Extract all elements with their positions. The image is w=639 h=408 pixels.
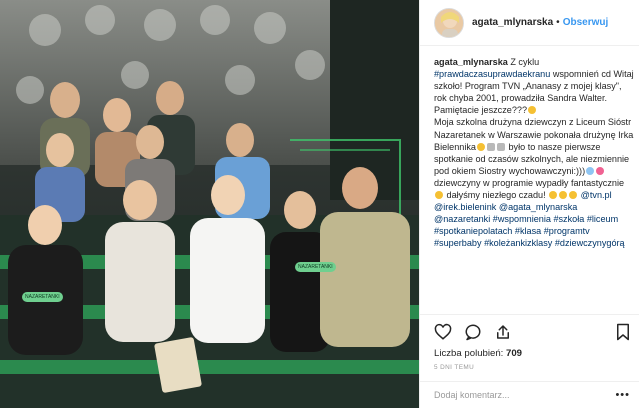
share-icon <box>497 324 509 339</box>
mention-link[interactable]: @nazaretanki <box>434 214 490 224</box>
post-actions <box>420 314 639 348</box>
heart-icon <box>434 323 452 340</box>
hashtag-link[interactable]: #prawdaczasuprawdaekranu <box>434 69 550 79</box>
bookmark-icon <box>617 323 629 340</box>
badge-right: NAZARETANKI <box>295 262 336 272</box>
comment-icon <box>465 324 481 340</box>
post-photo[interactable]: NAZARETANKI NAZARETANKI <box>0 0 419 408</box>
badge-left: NAZARETANKI <box>22 292 63 302</box>
likes-label: Liczba polubień: <box>434 348 504 359</box>
comment-button[interactable] <box>462 321 484 343</box>
likes-count[interactable]: Liczba polubień: 709 <box>434 348 522 359</box>
hashtag-link[interactable]: #wspomnienia <box>493 214 551 224</box>
mention-link[interactable]: @irek.bielenink <box>434 202 496 212</box>
hashtag-link[interactable]: #liceum <box>587 214 618 224</box>
muscle-emoji-icon <box>496 142 505 151</box>
separator-dot: • <box>556 17 560 28</box>
mention-link[interactable]: @tvn.pl <box>581 190 612 200</box>
hashtag-link[interactable]: #programtv <box>544 226 590 236</box>
grin-emoji-icon <box>549 191 558 200</box>
post-side-panel: agata_mlynarska • Obserwuj agata_mlynars… <box>419 0 639 408</box>
caption-text: Z cyklu <box>510 57 540 67</box>
mention-link[interactable]: @agata_mlynarska <box>499 202 577 212</box>
grin-emoji-icon <box>528 106 537 115</box>
comment-bar: ••• <box>420 381 639 408</box>
heart-eyes-emoji-icon <box>586 166 595 175</box>
save-button[interactable] <box>612 321 634 343</box>
smile-emoji-icon <box>435 191 443 200</box>
header-username[interactable]: agata_mlynarska <box>472 17 553 28</box>
hashtag-link[interactable]: #klasa <box>515 226 541 236</box>
comment-input[interactable] <box>434 390 614 400</box>
hashtag-link[interactable]: #dziewczynygórą <box>555 238 625 248</box>
like-button[interactable] <box>432 321 454 343</box>
hashtag-link[interactable]: #superbaby <box>434 238 482 248</box>
grin-emoji-icon <box>476 142 485 151</box>
share-button[interactable] <box>492 321 514 343</box>
follow-button[interactable]: Obserwuj <box>563 17 609 28</box>
more-options-icon[interactable]: ••• <box>615 389 630 401</box>
caption-text: dziewczyny w programie wypadły fantastyc… <box>434 177 625 188</box>
hashtag-link[interactable]: #szkoła <box>553 214 584 224</box>
hashtag-link[interactable]: #koleżankizklasy <box>484 238 552 248</box>
likes-number: 709 <box>506 348 523 359</box>
muscle-emoji-icon <box>486 142 495 151</box>
post-header: agata_mlynarska • Obserwuj <box>420 0 639 46</box>
post-timestamp[interactable]: 5 DNI TEMU <box>434 364 474 371</box>
grin-emoji-icon <box>559 191 568 200</box>
grin-emoji-icon <box>569 191 578 200</box>
avatar[interactable] <box>434 7 464 38</box>
caption-username[interactable]: agata_mlynarska <box>434 57 508 67</box>
post-caption: agata_mlynarska Z cyklu #prawdaczasupraw… <box>434 56 634 314</box>
caption-text: dałyśmy niezłego czadu! <box>446 190 546 201</box>
heart-emoji-icon <box>596 166 605 175</box>
hashtag-link[interactable]: #spotkaniepolatach <box>434 226 512 236</box>
